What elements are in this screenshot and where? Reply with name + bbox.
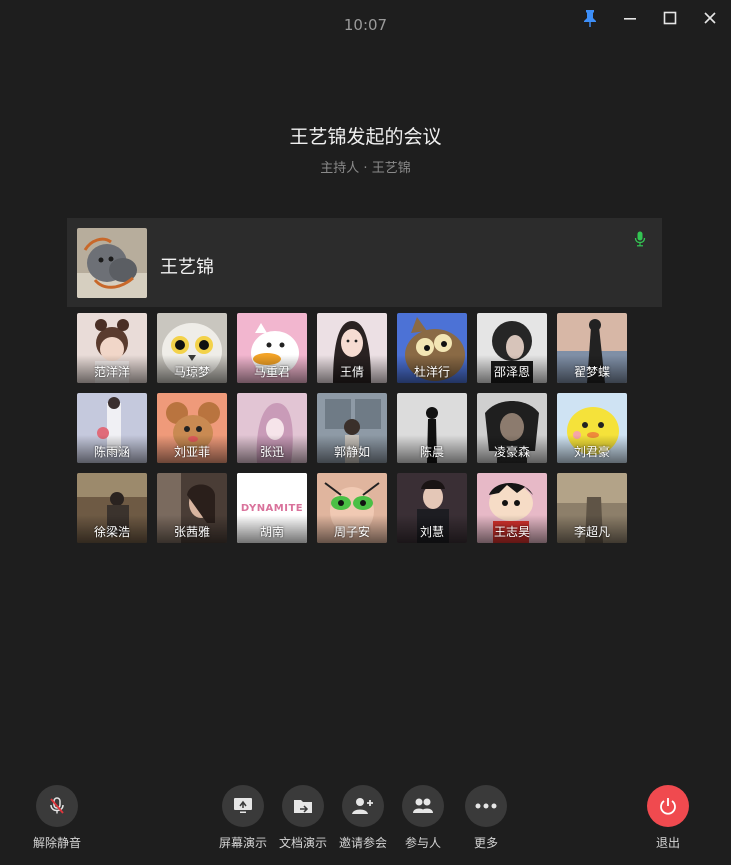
leave-button[interactable]: 退出 [633, 780, 703, 851]
host-avatar [77, 228, 147, 298]
participants-button[interactable]: 参与人 [388, 780, 458, 851]
pin-icon[interactable] [576, 6, 604, 30]
participant-name: 胡南 [259, 525, 284, 539]
participant-tile[interactable]: 范洋洋 [77, 313, 147, 383]
minimize-icon [624, 18, 636, 20]
participant-name: 徐梁浩 [93, 525, 130, 539]
minimize-button[interactable] [616, 6, 644, 30]
screen-share-icon [222, 785, 264, 827]
meeting-window: 10:07 王艺锦发起的会议 主持人 · 王艺锦 王艺锦 范洋洋 马琼梦 马重君… [0, 0, 731, 865]
participant-name: 刘君豪 [573, 445, 610, 459]
more-button[interactable]: 更多 [451, 780, 521, 851]
participant-tile[interactable]: DYNAMITE 胡南 [237, 473, 307, 543]
participant-name: 张茜雅 [173, 525, 210, 539]
participant-name: 翟梦蝶 [573, 365, 610, 379]
participant-tile[interactable]: 刘亚菲 [157, 393, 227, 463]
participant-tile[interactable]: 翟梦蝶 [557, 313, 627, 383]
participant-name: 王志昊 [493, 525, 530, 539]
dynamite-logo-text: DYNAMITE [240, 503, 304, 514]
participant-name: 刘慧 [419, 525, 444, 539]
unmute-button[interactable]: 解除静音 [22, 780, 92, 851]
participant-tile[interactable]: 王倩 [317, 313, 387, 383]
participant-name: 马琼梦 [173, 365, 210, 379]
participant-tile[interactable]: 张迅 [237, 393, 307, 463]
doc-share-icon [282, 785, 324, 827]
participant-tile[interactable]: 张茜雅 [157, 473, 227, 543]
participant-tile[interactable]: 刘慧 [397, 473, 467, 543]
participant-tile[interactable]: 郭静如 [317, 393, 387, 463]
host-card[interactable]: 王艺锦 [67, 218, 662, 307]
participant-tile[interactable]: 邵泽恩 [477, 313, 547, 383]
participant-tile[interactable]: 陈雨涵 [77, 393, 147, 463]
maximize-icon [663, 11, 677, 25]
title-bar: 10:07 [0, 0, 731, 50]
participants-label: 参与人 [404, 836, 441, 850]
add-user-icon [342, 785, 384, 827]
host-info: 主持人 · 王艺锦 [320, 161, 411, 176]
more-icon [465, 785, 507, 827]
participant-name: 陈雨涵 [93, 445, 130, 459]
leave-label: 退出 [655, 836, 680, 850]
mic-on-icon [634, 231, 646, 247]
participant-name: 周子安 [333, 525, 370, 539]
participant-tile[interactable]: 李超凡 [557, 473, 627, 543]
participant-name: 凌豪森 [493, 445, 530, 459]
participant-name: 刘亚菲 [173, 445, 210, 459]
participant-tile[interactable]: 马琼梦 [157, 313, 227, 383]
participant-name: 王倩 [339, 365, 364, 379]
participant-tile[interactable]: 陈晨 [397, 393, 467, 463]
unmute-label: 解除静音 [32, 836, 81, 850]
participant-tile[interactable]: 徐梁浩 [77, 473, 147, 543]
maximize-button[interactable] [656, 6, 684, 30]
more-label: 更多 [473, 836, 498, 850]
participant-tile[interactable]: 马重君 [237, 313, 307, 383]
mic-muted-icon [36, 785, 78, 827]
power-icon [647, 785, 689, 827]
participant-name: 马重君 [253, 365, 290, 379]
participant-name: 张迅 [259, 445, 284, 459]
participant-name: 杜洋行 [413, 365, 450, 379]
participant-tile[interactable]: 刘君豪 [557, 393, 627, 463]
participant-name: 郭静如 [333, 445, 370, 459]
meeting-toolbar: 解除静音 屏幕演示 文档演示 邀请参会 参与人 更多 退出 [0, 780, 731, 865]
host-name: 王艺锦 [160, 257, 214, 278]
participant-name: 陈晨 [419, 445, 444, 459]
meeting-title: 王艺锦发起的会议 [289, 126, 442, 148]
participant-tile[interactable]: 凌豪森 [477, 393, 547, 463]
participant-tile[interactable]: 杜洋行 [397, 313, 467, 383]
close-button[interactable] [696, 6, 724, 30]
close-icon [704, 12, 716, 24]
participant-name: 李超凡 [573, 525, 610, 539]
participant-tile[interactable]: 王志昊 [477, 473, 547, 543]
participant-name: 范洋洋 [93, 365, 130, 379]
participant-name: 邵泽恩 [493, 365, 530, 379]
participant-tile[interactable]: 周子安 [317, 473, 387, 543]
participants-icon [402, 785, 444, 827]
